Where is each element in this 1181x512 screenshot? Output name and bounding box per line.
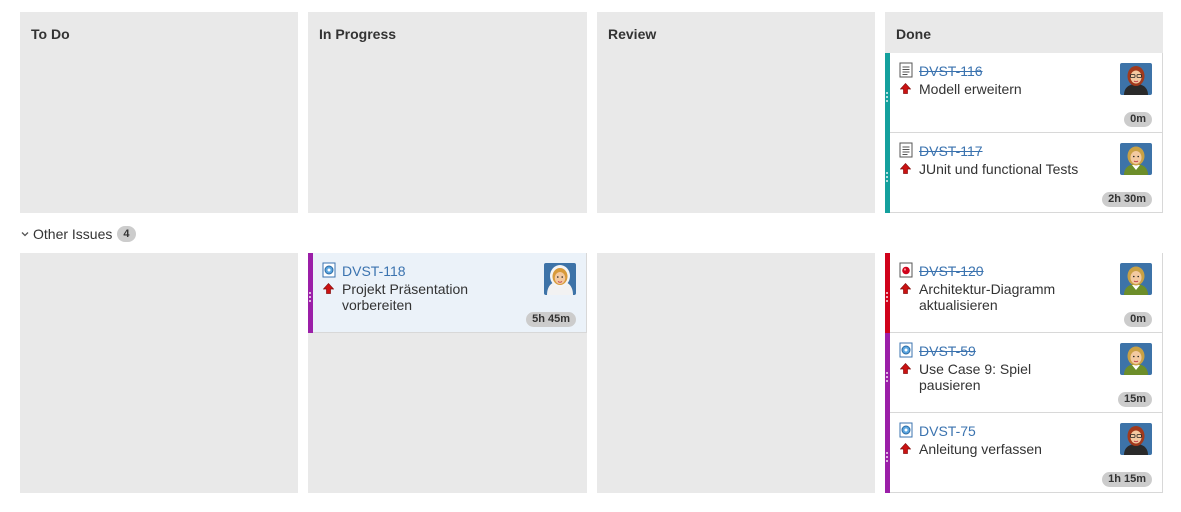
column-title: In Progress: [319, 26, 397, 42]
issue-key-link[interactable]: DVST-75: [919, 423, 976, 439]
column-in-progress: In Progress: [308, 12, 587, 213]
column-title: Review: [608, 26, 657, 42]
improvement-icon: [322, 262, 336, 278]
issue-card-dvst-120[interactable]: DVST-120 Architektur-Diagramm aktualisie…: [885, 253, 1163, 333]
time-estimate-badge: 0m: [1124, 312, 1152, 327]
issue-card-dvst-116[interactable]: DVST-116 Modell erweitern 0m: [885, 53, 1163, 133]
issue-key-link[interactable]: DVST-117: [919, 143, 983, 159]
assignee-avatar[interactable]: [544, 263, 576, 295]
bug-icon: [899, 262, 913, 278]
column-to-do: To Do: [20, 12, 298, 213]
time-estimate-badge: 0m: [1124, 112, 1152, 127]
drag-handle[interactable]: [886, 371, 888, 383]
issue-key-link[interactable]: DVST-59: [919, 343, 976, 359]
chevron-down-icon[interactable]: [20, 229, 30, 239]
time-estimate-badge: 15m: [1117, 392, 1152, 407]
issue-summary: JUnit und functional Tests: [919, 161, 1079, 177]
issue-summary: Modell erweitern: [919, 81, 1022, 97]
issue-card-dvst-59[interactable]: DVST-59 Use Case 9: Spiel pausieren 15m: [885, 333, 1163, 413]
swimlane-header-other-issues[interactable]: Other Issues 4: [20, 225, 136, 243]
issue-card-dvst-75[interactable]: DVST-75 Anleitung verfassen 1h 15m: [885, 413, 1163, 493]
column-title: To Do: [31, 26, 70, 42]
drag-handle[interactable]: [886, 291, 888, 303]
column-to-do-lane: [20, 253, 298, 493]
issue-card-dvst-117[interactable]: DVST-117 JUnit und functional Tests 2h 3…: [885, 133, 1163, 213]
improvement-icon: [899, 342, 913, 358]
swimlane-label: Other Issues: [33, 226, 113, 242]
issue-card-dvst-118[interactable]: DVST-118 Projekt Präsentation vorbereite…: [308, 253, 587, 333]
major-priority-icon: [900, 283, 911, 294]
issue-summary: Use Case 9: Spiel pausieren: [919, 361, 1032, 393]
issue-key-link[interactable]: DVST-116: [919, 63, 983, 79]
major-priority-icon: [900, 163, 911, 174]
issue-key-link[interactable]: DVST-120: [919, 263, 984, 279]
assignee-avatar[interactable]: [1120, 343, 1152, 375]
drag-handle[interactable]: [886, 91, 888, 103]
column-review-lane: [597, 253, 875, 493]
column-review: Review: [597, 12, 875, 213]
time-estimate-badge: 2h 30m: [1102, 192, 1152, 207]
drag-handle[interactable]: [886, 171, 888, 183]
column-title: Done: [896, 26, 931, 42]
issue-summary: Projekt Präsentation vorbereiten: [342, 281, 469, 313]
issue-summary: Architektur-Diagramm aktualisieren: [919, 281, 1056, 313]
issue-key-link[interactable]: DVST-118: [342, 263, 406, 279]
drag-handle[interactable]: [309, 291, 311, 303]
drag-handle[interactable]: [886, 451, 888, 463]
issue-summary: Anleitung verfassen: [919, 441, 1042, 457]
time-estimate-badge: 5h 45m: [526, 312, 576, 327]
assignee-avatar[interactable]: [1120, 423, 1152, 455]
improvement-icon: [899, 422, 913, 438]
task-icon: [899, 142, 913, 158]
issue-count-badge: 4: [117, 226, 136, 242]
assignee-avatar[interactable]: [1120, 143, 1152, 175]
time-estimate-badge: 1h 15m: [1102, 472, 1152, 487]
major-priority-icon: [323, 283, 334, 294]
major-priority-icon: [900, 443, 911, 454]
major-priority-icon: [900, 363, 911, 374]
assignee-avatar[interactable]: [1120, 63, 1152, 95]
task-icon: [899, 62, 913, 78]
assignee-avatar[interactable]: [1120, 263, 1152, 295]
major-priority-icon: [900, 83, 911, 94]
